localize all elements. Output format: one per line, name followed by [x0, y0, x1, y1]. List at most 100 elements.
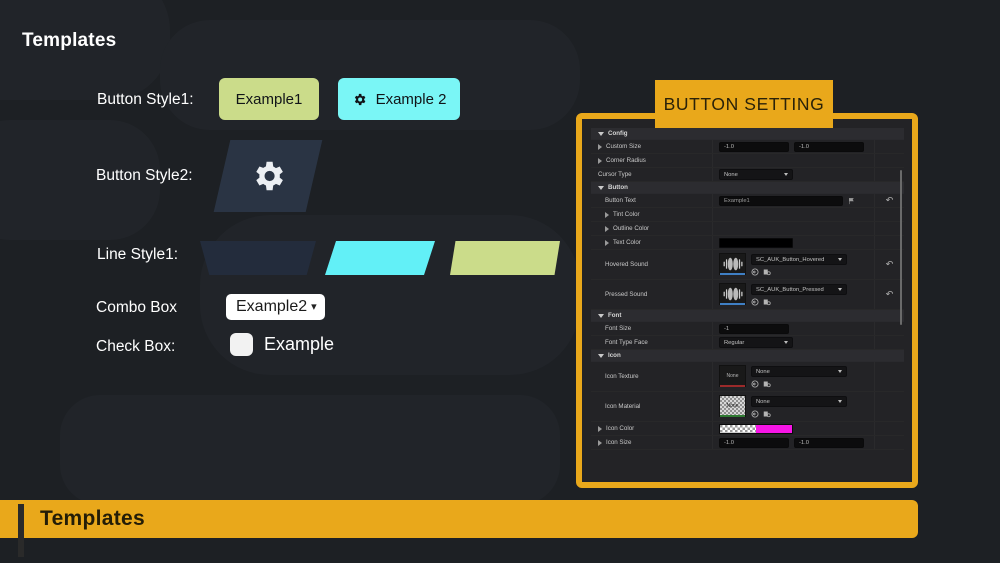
button-style2-label: Button Style2:: [96, 167, 193, 184]
example1-button-label: Example1: [235, 90, 303, 108]
property-reset-cell: [874, 422, 904, 435]
property-label-cell: Hovered Sound: [591, 250, 713, 279]
dropdown-value: None: [756, 368, 770, 375]
property-row: Custom Size -1.0 -1.0: [591, 140, 904, 154]
dropdown-value: None: [724, 171, 738, 178]
dropdown-select[interactable]: SC_AUK_Button_Hovered: [751, 254, 847, 265]
group-header-label: Button: [608, 184, 628, 191]
use-selected-asset-icon[interactable]: [751, 380, 759, 388]
number-field[interactable]: -1: [719, 323, 789, 334]
line-style1-label: Line Style1:: [97, 246, 178, 263]
dropdown-select[interactable]: SC_AUK_Button_Pressed: [751, 284, 847, 295]
use-selected-asset-icon[interactable]: [751, 298, 759, 306]
property-row: Text Color: [591, 236, 904, 250]
expand-arrow-icon[interactable]: [598, 439, 602, 446]
use-selected-asset-icon[interactable]: [751, 268, 759, 276]
button-setting-frame: Config Custom Size -1.0 -1.0 Corner Radiu…: [576, 113, 918, 488]
line-style-shape-cyan[interactable]: [325, 241, 435, 275]
property-row: Font Size -1: [591, 322, 904, 336]
asset-thumbnail[interactable]: [719, 283, 746, 305]
property-label-cell: Cursor Type: [591, 168, 713, 181]
flag-icon[interactable]: [848, 197, 855, 205]
number-field[interactable]: -1.0: [794, 141, 864, 152]
dropdown-select[interactable]: None: [719, 169, 793, 180]
number-field[interactable]: -1.0: [719, 437, 789, 448]
property-label-cell: Font Size: [591, 322, 713, 335]
button-setting-title: BUTTON SETTING: [655, 80, 833, 128]
revert-arrow-icon[interactable]: ↶: [886, 196, 894, 205]
revert-arrow-icon[interactable]: ↶: [886, 260, 894, 269]
button-style2-parallelogram-button[interactable]: [213, 140, 323, 212]
browse-icon[interactable]: [763, 298, 771, 306]
property-label: Icon Color: [606, 425, 635, 432]
browse-icon[interactable]: [763, 268, 771, 276]
collapse-arrow-icon[interactable]: [598, 353, 604, 358]
footer-title: Templates: [40, 507, 146, 530]
property-label-cell: Pressed Sound: [591, 280, 713, 309]
gear-icon: [354, 93, 365, 105]
asset-thumbnail[interactable]: [719, 253, 746, 275]
collapse-arrow-icon[interactable]: [598, 185, 604, 190]
text-field[interactable]: Example1: [719, 195, 843, 206]
check-box-row[interactable]: Example: [230, 333, 334, 356]
footer-accent-bar: [18, 504, 24, 557]
property-label-cell: Custom Size: [591, 140, 713, 153]
asset-thumbnail[interactable]: None: [719, 395, 746, 417]
example2-button-label: Example 2: [375, 90, 447, 108]
check-box-item-label: Example: [264, 334, 335, 354]
dropdown-value: None: [756, 398, 770, 405]
use-selected-asset-icon[interactable]: [751, 410, 759, 418]
expand-arrow-icon[interactable]: [605, 239, 609, 246]
group-header-label: Config: [608, 130, 628, 137]
group-header-button[interactable]: Button: [591, 182, 904, 194]
line-style-shape-green[interactable]: [450, 241, 560, 275]
revert-arrow-icon[interactable]: ↶: [886, 290, 894, 299]
property-reset-cell: [874, 436, 904, 449]
browse-icon[interactable]: [763, 380, 771, 388]
property-label: Icon Material: [605, 403, 641, 410]
property-value-cell: [713, 422, 874, 435]
example2-button[interactable]: Example 2: [338, 78, 460, 120]
combo-box-select[interactable]: Example2 ▾: [226, 294, 325, 320]
number-field[interactable]: -1.0: [794, 437, 864, 448]
property-label-cell: Outline Color: [591, 222, 713, 235]
property-label: Icon Size: [606, 439, 632, 446]
example1-button[interactable]: Example1: [219, 78, 319, 120]
color-swatch[interactable]: [719, 237, 793, 248]
property-label: Font Type Face: [605, 339, 648, 346]
asset-thumbnail[interactable]: None: [719, 365, 746, 387]
property-row: Icon Size -1.0 -1.0: [591, 436, 904, 450]
expand-arrow-icon[interactable]: [605, 211, 609, 218]
line-style-shape-dark[interactable]: [200, 241, 316, 275]
group-header-icon[interactable]: Icon: [591, 350, 904, 362]
inspector-scrollbar[interactable]: [900, 170, 902, 325]
asset-picker[interactable]: SC_AUK_Button_Pressed: [719, 283, 847, 306]
asset-picker[interactable]: SC_AUK_Button_Hovered: [719, 253, 847, 276]
color-swatch[interactable]: [719, 423, 793, 434]
collapse-arrow-icon[interactable]: [598, 313, 604, 318]
check-box-input[interactable]: [230, 333, 253, 356]
collapse-arrow-icon[interactable]: [598, 131, 604, 136]
expand-arrow-icon[interactable]: [598, 425, 602, 432]
property-value-cell: [713, 154, 874, 167]
expand-arrow-icon[interactable]: [598, 143, 602, 150]
asset-picker[interactable]: None None: [719, 395, 847, 418]
dropdown-select[interactable]: Regular: [719, 337, 793, 348]
group-header-config[interactable]: Config: [591, 128, 904, 140]
chevron-down-icon: [838, 288, 842, 291]
dropdown-select[interactable]: None: [751, 396, 847, 407]
background-decoration: [60, 395, 560, 505]
number-field[interactable]: -1.0: [719, 141, 789, 152]
property-row: Icon Material None None: [591, 392, 904, 422]
property-label-cell: Font Type Face: [591, 336, 713, 349]
expand-arrow-icon[interactable]: [598, 157, 602, 164]
chevron-down-icon: [784, 173, 788, 176]
property-label-cell: Icon Color: [591, 422, 713, 435]
asset-picker[interactable]: None None: [719, 365, 847, 388]
browse-icon[interactable]: [763, 410, 771, 418]
dropdown-select[interactable]: None: [751, 366, 847, 377]
group-header-font[interactable]: Font: [591, 310, 904, 322]
expand-arrow-icon[interactable]: [605, 225, 609, 232]
property-label-cell: Icon Texture: [591, 362, 713, 391]
property-value-cell: -1.0 -1.0: [713, 140, 874, 153]
